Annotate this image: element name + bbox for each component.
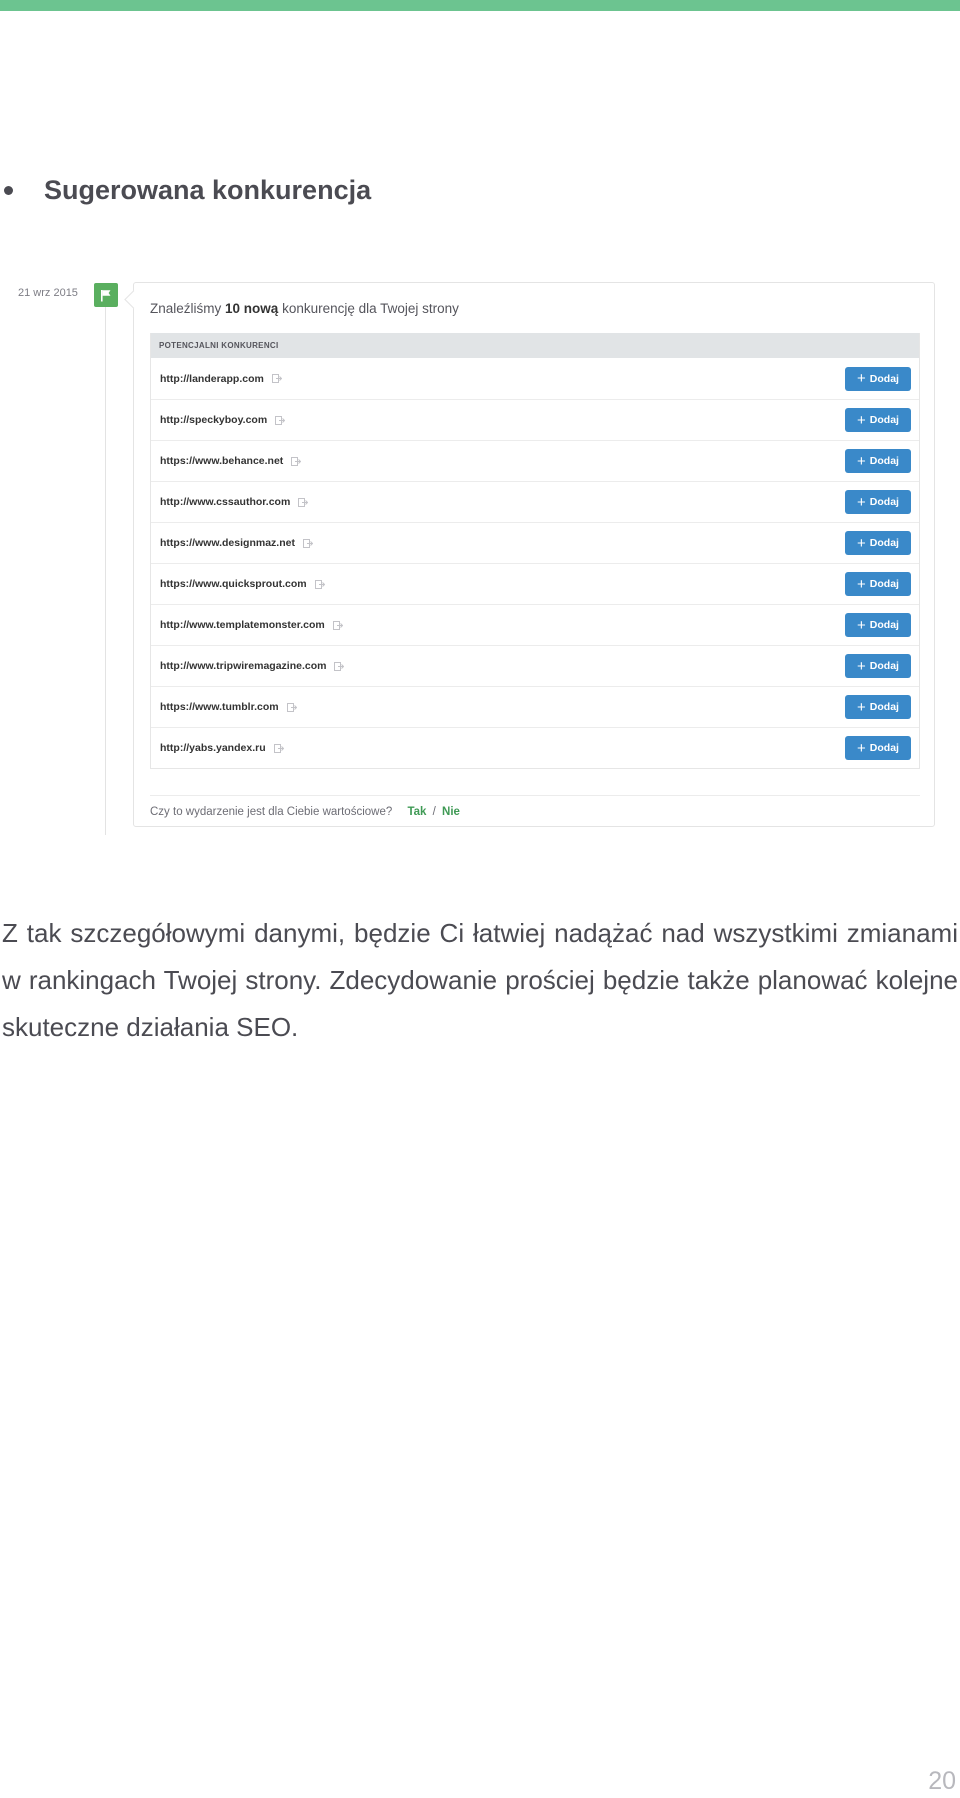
heading-prefix: Znaleźliśmy — [150, 301, 222, 316]
competitor-url[interactable]: http://www.tripwiremagazine.com — [160, 660, 326, 672]
add-competitor-button[interactable]: + Dodaj — [845, 736, 911, 760]
plus-icon: + — [857, 370, 866, 387]
competitors-table: POTENCJALNI KONKURENCI http://landerapp.… — [150, 333, 920, 769]
timeline-line — [105, 307, 106, 835]
section-heading: Sugerowana konkurencja — [0, 170, 371, 210]
competitor-row: https://www.quicksprout.com + Dodaj — [151, 563, 919, 604]
competitor-url[interactable]: https://www.designmaz.net — [160, 537, 295, 549]
competitor-row: https://www.behance.net + Dodaj — [151, 440, 919, 481]
competitor-info: http://www.tripwiremagazine.com — [160, 660, 345, 672]
body-paragraph: Z tak szczegółowymi danymi, będzie Ci ła… — [2, 918, 958, 1042]
competitor-url[interactable]: http://www.cssauthor.com — [160, 496, 290, 508]
external-link-icon[interactable] — [334, 661, 345, 671]
plus-icon: + — [857, 739, 866, 757]
add-button-label: Dodaj — [869, 660, 899, 672]
external-link-icon[interactable] — [286, 702, 297, 712]
plus-icon: + — [857, 493, 866, 511]
heading-count: 10 nową — [225, 301, 279, 316]
add-button-label: Dodaj — [869, 414, 899, 426]
top-accent-bar — [0, 0, 960, 11]
competitor-info: http://landerapp.com — [160, 373, 282, 385]
competitor-url[interactable]: http://www.templatemonster.com — [160, 619, 325, 631]
external-link-icon[interactable] — [273, 743, 284, 753]
feedback-no-link[interactable]: Nie — [442, 806, 460, 818]
event-card: Znaleźliśmy 10 nową konkurencję dla Twoj… — [124, 282, 935, 827]
competitor-info: https://www.designmaz.net — [160, 537, 313, 549]
add-button-label: Dodaj — [869, 455, 899, 467]
competitor-url[interactable]: http://landerapp.com — [160, 373, 264, 385]
add-competitor-button[interactable]: + Dodaj — [845, 490, 911, 514]
add-competitor-button[interactable]: + Dodaj — [845, 408, 911, 432]
competitors-list: http://landerapp.com + Dodaj http://speckyb… — [151, 358, 919, 768]
add-button-label: Dodaj — [869, 372, 899, 385]
add-competitor-button[interactable]: + Dodaj — [845, 572, 911, 596]
bullet-icon — [4, 185, 13, 195]
add-competitor-button[interactable]: + Dodaj — [845, 695, 911, 719]
competitor-row: http://speckyboy.com + Dodaj — [151, 399, 919, 440]
add-button-label: Dodaj — [869, 742, 899, 754]
heading-suffix: konkurencję dla Twojej strony — [282, 301, 459, 316]
plus-icon: + — [857, 657, 866, 675]
add-button-label: Dodaj — [869, 701, 899, 713]
add-button-label: Dodaj — [869, 578, 899, 590]
competitor-row: https://www.tumblr.com + Dodaj — [151, 686, 919, 727]
add-competitor-button[interactable]: + Dodaj — [845, 613, 911, 637]
external-link-icon[interactable] — [271, 374, 282, 383]
competitor-info: http://www.templatemonster.com — [160, 619, 343, 631]
feedback-question: Czy to wydarzenie jest dla Ciebie wartoś… — [150, 806, 393, 818]
plus-icon: + — [857, 616, 866, 634]
section-title: Sugerowana konkurencja — [44, 174, 372, 205]
event-date: 21 wrz 2015 — [18, 287, 78, 299]
competitor-row: http://yabs.yandex.ru + Dodaj — [151, 727, 919, 768]
competitor-row: https://www.designmaz.net + Dodaj — [151, 522, 919, 563]
competitor-row: http://landerapp.com + Dodaj — [151, 358, 919, 399]
plus-icon: + — [857, 575, 866, 593]
flag-icon — [94, 283, 118, 307]
competitor-info: https://www.tumblr.com — [160, 701, 297, 713]
feedback-yes-link[interactable]: Tak — [407, 806, 426, 818]
plus-icon: + — [857, 411, 866, 429]
page-number: 20 — [928, 1767, 956, 1795]
competitor-info: http://yabs.yandex.ru — [160, 742, 284, 754]
external-link-icon[interactable] — [275, 415, 286, 425]
competitor-row: http://www.cssauthor.com + Dodaj — [151, 481, 919, 522]
competitor-info: http://speckyboy.com — [160, 414, 286, 426]
external-link-icon[interactable] — [314, 579, 325, 589]
plus-icon: + — [857, 452, 866, 470]
event-heading: Znaleźliśmy 10 nową konkurencję dla Twoj… — [150, 301, 459, 316]
competitor-url[interactable]: http://speckyboy.com — [160, 414, 267, 426]
add-button-label: Dodaj — [869, 496, 899, 508]
competitor-url[interactable]: https://www.quicksprout.com — [160, 578, 307, 590]
add-button-label: Dodaj — [869, 537, 899, 549]
card-pointer — [124, 290, 143, 309]
feedback-separator: / — [432, 806, 436, 818]
competitor-row: http://www.tripwiremagazine.com + Dodaj — [151, 645, 919, 686]
add-competitor-button[interactable]: + Dodaj — [845, 449, 911, 473]
add-competitor-button[interactable]: + Dodaj — [845, 531, 911, 555]
external-link-icon[interactable] — [302, 538, 313, 548]
feedback-bar: Czy to wydarzenie jest dla Ciebie wartoś… — [150, 795, 920, 818]
competitor-info: http://www.cssauthor.com — [160, 496, 309, 508]
competitor-row: http://www.templatemonster.com + Dodaj — [151, 604, 919, 645]
competitor-url[interactable]: http://yabs.yandex.ru — [160, 742, 266, 754]
add-competitor-button[interactable]: + Dodaj — [845, 366, 911, 391]
competitor-url[interactable]: https://www.tumblr.com — [160, 701, 279, 713]
add-button-label: Dodaj — [869, 619, 899, 631]
external-link-icon[interactable] — [291, 456, 302, 466]
competitor-info: https://www.quicksprout.com — [160, 578, 325, 590]
add-competitor-button[interactable]: + Dodaj — [845, 654, 911, 678]
plus-icon: + — [857, 698, 866, 716]
external-link-icon[interactable] — [332, 620, 343, 630]
plus-icon: + — [857, 534, 866, 552]
external-link-icon[interactable] — [298, 497, 309, 507]
competitor-url[interactable]: https://www.behance.net — [160, 455, 283, 467]
table-header: POTENCJALNI KONKURENCI — [151, 333, 919, 358]
competitor-info: https://www.behance.net — [160, 455, 302, 467]
